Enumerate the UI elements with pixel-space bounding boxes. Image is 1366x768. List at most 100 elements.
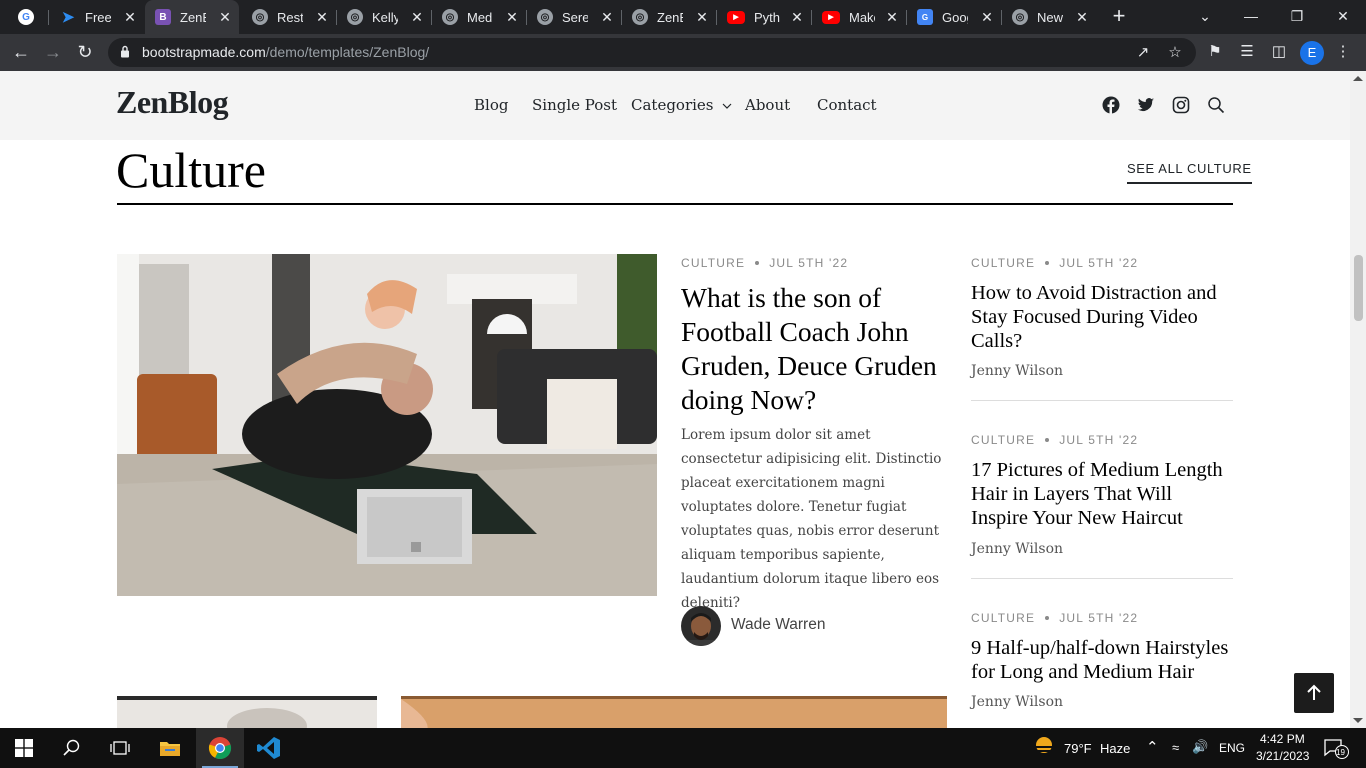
clock-time[interactable]: 4:42 PM — [1260, 732, 1305, 746]
tab-python[interactable]: ▶ Pytho ✕ — [717, 0, 812, 34]
facebook-icon[interactable] — [1102, 96, 1120, 114]
globe-icon: ◎ — [347, 9, 363, 25]
tab-new-tab[interactable]: ◎ New T ✕ — [1002, 0, 1096, 34]
new-tab-button[interactable]: + — [1108, 5, 1130, 28]
youtube-icon: ▶ — [822, 10, 840, 24]
side-post-author: Jenny Wilson — [971, 363, 1064, 379]
post-thumbnail-image[interactable] — [401, 696, 947, 728]
side-panel-icon[interactable]: ◫ — [1270, 43, 1288, 61]
windows-taskbar: 79°F Haze ⌃ ≈ 🔊 ENG 4:42 PM 3/21/2023 19 — [0, 728, 1366, 768]
arrow-up-icon — [1307, 684, 1321, 700]
taskbar-search-button[interactable] — [48, 728, 96, 768]
share-icon[interactable]: ↗ — [1134, 44, 1152, 62]
restore-button[interactable]: ❐ — [1274, 0, 1320, 34]
scroll-up-arrow-icon[interactable] — [1353, 76, 1363, 81]
close-icon[interactable]: ✕ — [409, 9, 425, 25]
minimize-button[interactable]: — — [1228, 0, 1274, 34]
tab-kelly[interactable]: ◎ Kelly E ✕ — [337, 0, 432, 34]
vscode-taskbar-button[interactable] — [245, 728, 293, 768]
close-icon[interactable]: ✕ — [694, 9, 710, 25]
chrome-taskbar-button[interactable] — [196, 728, 244, 768]
tab-search-chevron-icon[interactable]: ⌄ — [1182, 0, 1228, 34]
instagram-icon[interactable] — [1172, 96, 1190, 114]
globe-icon: ◎ — [252, 9, 268, 25]
tab-serene[interactable]: ◎ Seren ✕ — [527, 0, 622, 34]
task-view-button[interactable] — [96, 728, 144, 768]
bootstrap-icon: B — [155, 9, 171, 25]
weather-condition[interactable]: Haze — [1100, 741, 1130, 756]
tab-zenblog-active[interactable]: B ZenBl ✕ — [145, 0, 239, 34]
side-post-title[interactable]: 9 Half-up/half-down Hairstyles for Long … — [971, 636, 1233, 684]
close-icon[interactable]: ✕ — [599, 9, 615, 25]
menu-kebab-icon[interactable]: ⋮ — [1334, 43, 1352, 61]
reload-button[interactable]: ↻ — [72, 39, 98, 65]
volume-icon[interactable]: 🔊 — [1192, 739, 1208, 755]
search-icon[interactable] — [1207, 96, 1225, 114]
close-icon[interactable]: ✕ — [314, 9, 330, 25]
close-window-button[interactable]: ✕ — [1320, 0, 1366, 34]
search-icon — [63, 739, 80, 756]
notification-count: 19 — [1336, 748, 1345, 757]
folder-icon — [160, 742, 180, 756]
clock-date[interactable]: 3/21/2023 — [1256, 749, 1309, 763]
post-thumbnail-image[interactable] — [117, 696, 377, 728]
extensions-icon[interactable]: ⚑ — [1206, 43, 1224, 61]
close-icon[interactable]: ✕ — [122, 9, 138, 25]
chrome-icon — [208, 737, 232, 760]
close-icon[interactable]: ✕ — [979, 9, 995, 25]
featured-post-author[interactable]: Wade Warren — [731, 616, 825, 634]
profile-avatar[interactable]: E — [1300, 41, 1324, 65]
nav-contact[interactable]: Contact — [817, 96, 877, 114]
tab-free-bootstrap[interactable]: ➤ Free B ✕ — [50, 0, 144, 34]
see-all-culture-link[interactable]: SEE ALL CULTURE — [1127, 161, 1252, 184]
weather-temp[interactable]: 79°F — [1064, 741, 1092, 756]
featured-post-image[interactable] — [117, 254, 657, 596]
nav-about[interactable]: About — [745, 96, 790, 114]
featured-post-title[interactable]: What is the son of Football Coach John G… — [681, 281, 951, 417]
tab-zenblog-2[interactable]: ◎ ZenBl ✕ — [622, 0, 717, 34]
nav-categories[interactable]: Categories — [631, 96, 732, 114]
address-bar[interactable]: bootstrapmade.com/demo/templates/ZenBlog… — [108, 38, 1196, 67]
scrollbar-thumb[interactable] — [1354, 255, 1363, 321]
language-indicator[interactable]: ENG — [1219, 741, 1245, 755]
forward-button[interactable]: → — [40, 39, 66, 65]
tab-google[interactable]: G — [8, 0, 49, 34]
tab-make[interactable]: ▶ Make ✕ — [812, 0, 907, 34]
side-post-title[interactable]: 17 Pictures of Medium Length Hair in Lay… — [971, 458, 1233, 530]
side-post-author: Jenny Wilson — [971, 694, 1064, 710]
tab-restaurant[interactable]: ◎ Restau ✕ — [242, 0, 337, 34]
back-to-top-button[interactable] — [1294, 673, 1334, 713]
close-icon[interactable]: ✕ — [217, 9, 233, 25]
vscode-icon — [257, 737, 280, 759]
tab-medic[interactable]: ◎ Medic ✕ — [432, 0, 527, 34]
start-button[interactable] — [0, 728, 48, 768]
twitter-icon[interactable] — [1137, 96, 1155, 114]
google-icon: G — [18, 9, 34, 25]
tab-google-news[interactable]: G Googl ✕ — [907, 0, 1002, 34]
site-logo[interactable]: ZenBlog — [116, 84, 229, 121]
nav-blog[interactable]: Blog — [474, 96, 508, 114]
site-header: ZenBlog Blog Single Post Categories Abou… — [0, 71, 1350, 140]
bookmark-star-icon[interactable]: ☆ — [1166, 44, 1184, 62]
youtube-icon: ▶ — [727, 10, 745, 24]
media-queue-icon[interactable]: ☰ — [1238, 43, 1256, 61]
page-scrollbar[interactable] — [1350, 71, 1366, 728]
nav-single-post[interactable]: Single Post — [532, 96, 617, 114]
weather-haze-icon — [1034, 737, 1054, 753]
bootstrapmade-icon: ➤ — [61, 9, 75, 26]
close-icon[interactable]: ✕ — [1074, 9, 1090, 25]
tray-chevron-up-icon[interactable]: ⌃ — [1146, 738, 1159, 756]
file-explorer-button[interactable] — [146, 728, 194, 768]
close-icon[interactable]: ✕ — [884, 9, 900, 25]
chevron-down-icon — [722, 103, 732, 109]
scroll-down-arrow-icon[interactable] — [1353, 718, 1363, 723]
lock-icon — [121, 45, 129, 58]
globe-icon: ◎ — [632, 9, 648, 25]
close-icon[interactable]: ✕ — [504, 9, 520, 25]
side-post-meta: CULTURE JUL 5TH '22 — [971, 611, 1139, 625]
side-post-title[interactable]: How to Avoid Distraction and Stay Focuse… — [971, 281, 1233, 353]
back-button[interactable]: ← — [8, 39, 34, 65]
network-icon[interactable]: ≈ — [1172, 740, 1179, 755]
side-post-divider — [971, 578, 1233, 579]
close-icon[interactable]: ✕ — [789, 9, 805, 25]
